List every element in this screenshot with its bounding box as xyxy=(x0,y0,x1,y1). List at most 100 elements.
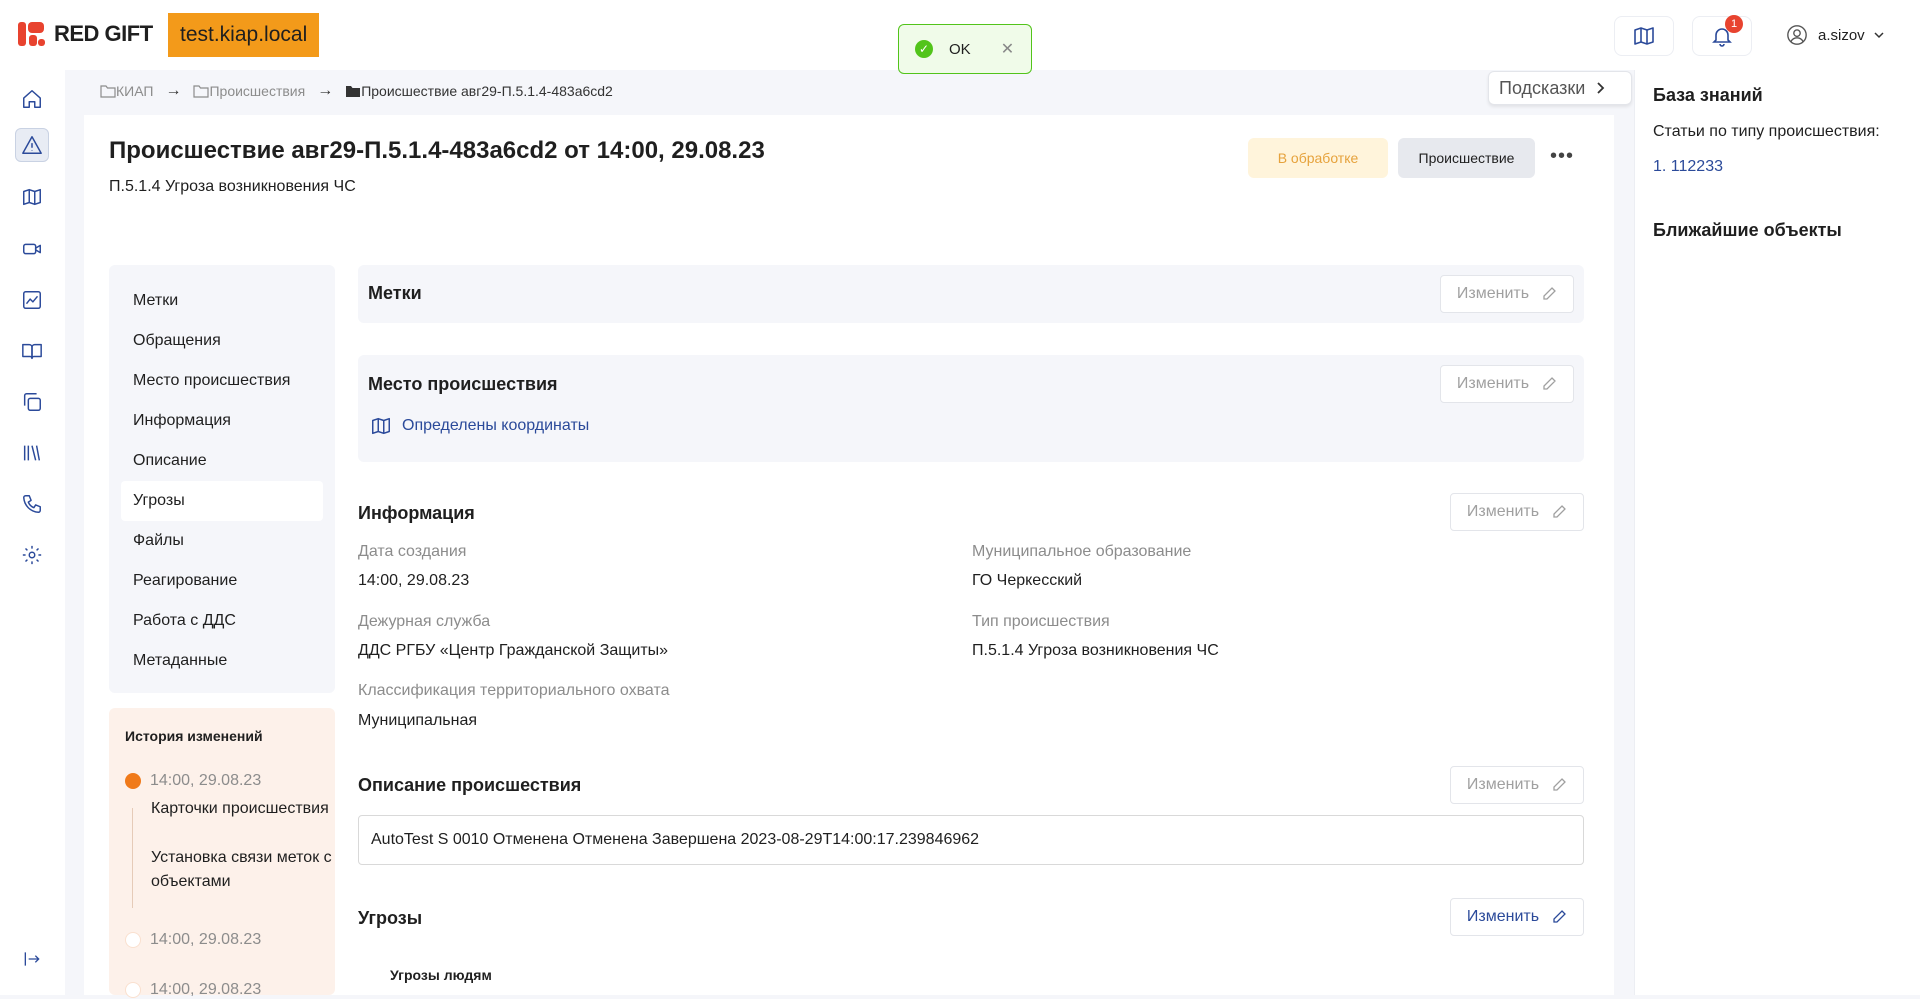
section-nav-item[interactable]: Метаданные xyxy=(121,641,323,681)
section-nav: Метки Обращения Место происшествия Инфор… xyxy=(109,265,335,693)
section-nav-item[interactable]: Описание xyxy=(121,441,323,481)
copy-icon xyxy=(23,393,41,411)
article-link[interactable]: 1. 112233 xyxy=(1653,158,1723,176)
notifications-button[interactable]: 1 xyxy=(1692,15,1752,56)
timeline-dot-icon xyxy=(125,773,141,789)
threats-edit-button[interactable]: Изменить xyxy=(1450,898,1584,936)
pencil-icon xyxy=(1543,377,1556,390)
section-nav-item[interactable]: Метки xyxy=(121,281,323,321)
history-entry[interactable]: 14:00, 29.08.23 xyxy=(125,931,261,949)
section-nav-item[interactable]: Место происшествия xyxy=(121,361,323,401)
description-edit-button[interactable]: Изменить xyxy=(1450,766,1584,804)
library-icon xyxy=(23,445,41,461)
arrow-right-icon: → xyxy=(165,82,182,99)
documents-nav[interactable] xyxy=(15,385,49,419)
success-toast: ✓ OK ✕ xyxy=(898,24,1032,74)
map-nav[interactable] xyxy=(15,180,49,214)
brand-logo[interactable]: RED GIFT xyxy=(16,20,153,48)
created-value: 14:00, 29.08.23 xyxy=(358,572,470,589)
breadcrumb-item-root[interactable]: КИАП xyxy=(100,83,153,99)
user-name: a.sizov xyxy=(1818,26,1865,44)
user-menu[interactable]: a.sizov xyxy=(1786,24,1885,46)
incident-type-value: П.5.1.4 Угроза возникновения ЧС xyxy=(972,642,1219,659)
chart-icon xyxy=(23,291,41,309)
section-nav-item[interactable]: Работа с ДДС xyxy=(121,601,323,641)
chevron-down-icon xyxy=(1874,32,1884,39)
coordinates-link[interactable]: Определены координаты xyxy=(370,415,589,437)
top-bar: RED GIFT test.kiap.local ✓ OK ✕ 1 a.sizo… xyxy=(0,0,1920,74)
gear-icon xyxy=(22,545,42,565)
folder-icon xyxy=(100,85,116,98)
description-title: Описание происшествия xyxy=(358,775,582,795)
municipality-value: ГО Черкесский xyxy=(972,572,1083,589)
page-title: Происшествие авг29-П.5.1.4-483a6cd2 от 1… xyxy=(109,137,765,164)
knowledge-nav[interactable] xyxy=(15,334,49,368)
video-camera-icon xyxy=(23,243,41,255)
home-nav[interactable] xyxy=(15,82,49,116)
expand-arrow-icon xyxy=(24,952,40,966)
notification-count-badge: 1 xyxy=(1725,15,1743,33)
history-panel: История изменений 14:00, 29.08.23 Карточ… xyxy=(109,708,335,998)
page-subtitle: П.5.1.4 Угроза возникновения ЧС xyxy=(109,178,356,195)
section-nav-item[interactable]: Информация xyxy=(121,401,323,441)
phone-nav[interactable] xyxy=(15,487,49,521)
tags-title: Метки xyxy=(368,283,422,303)
home-icon xyxy=(23,90,41,108)
reports-nav[interactable] xyxy=(15,283,49,317)
duty-value: ДДС РГБУ «Центр Гражданской Защиты» xyxy=(358,642,669,659)
map-icon xyxy=(23,188,41,206)
video-nav[interactable] xyxy=(15,232,49,266)
municipality-label: Муниципальное образование xyxy=(972,543,1192,560)
articles-label: Статьи по типу происшествия: xyxy=(1653,123,1880,140)
timeline-dot-icon xyxy=(125,982,141,998)
brand-logo-icon xyxy=(18,22,45,46)
pencil-icon xyxy=(1553,910,1566,923)
history-entry[interactable]: 14:00, 29.08.23 xyxy=(125,981,261,999)
map-icon xyxy=(1634,27,1654,45)
knowledge-title: База знаний xyxy=(1653,85,1763,105)
book-icon xyxy=(22,343,42,360)
timeline-dot-icon xyxy=(125,932,141,948)
nearby-objects-title: Ближайшие объекты xyxy=(1653,220,1842,240)
knowledge-panel: База знаний Статьи по типу происшествия:… xyxy=(1634,70,1920,995)
left-rail xyxy=(0,70,65,995)
folder-filled-icon xyxy=(346,86,361,97)
breadcrumb-item-current: Происшествие авг29-П.5.1.4-483a6cd2 xyxy=(345,83,613,99)
incident-type-label: Тип происшествия xyxy=(972,613,1110,630)
host-badge: test.kiap.local xyxy=(168,13,320,57)
warning-icon xyxy=(22,136,42,154)
library-nav[interactable] xyxy=(15,436,49,470)
pencil-icon xyxy=(1543,287,1556,300)
type-badge: Происшествие xyxy=(1398,138,1535,178)
collapse-rail-button[interactable] xyxy=(15,942,49,976)
section-nav-item[interactable]: Обращения xyxy=(121,321,323,361)
user-avatar-icon xyxy=(1787,25,1807,45)
section-nav-item[interactable]: Файлы xyxy=(121,521,323,561)
place-edit-button[interactable]: Изменить xyxy=(1440,365,1574,403)
map-button[interactable] xyxy=(1614,16,1674,56)
info-edit-button[interactable]: Изменить xyxy=(1450,493,1584,531)
map-icon xyxy=(372,417,390,435)
duty-label: Дежурная служба xyxy=(358,613,491,630)
breadcrumb-item-incidents[interactable]: Происшествия xyxy=(193,83,305,99)
tags-section: Метки Изменить xyxy=(358,265,1584,323)
incidents-nav[interactable] xyxy=(15,128,49,162)
section-nav-item-active[interactable]: Угрозы xyxy=(121,481,323,521)
more-options-icon[interactable]: ••• xyxy=(1550,145,1574,168)
history-title: История изменений xyxy=(125,728,263,744)
hints-button[interactable]: Подсказки xyxy=(1488,71,1632,105)
brand-name: RED GIFT xyxy=(54,21,153,46)
settings-nav[interactable] xyxy=(15,538,49,572)
close-icon[interactable]: ✕ xyxy=(1001,39,1014,59)
tags-edit-button[interactable]: Изменить xyxy=(1440,275,1574,313)
description-field[interactable]: AutoTest S 0010 Отменена Отменена Заверш… xyxy=(358,815,1584,865)
place-title: Место происшествия xyxy=(368,374,558,394)
history-entry[interactable]: 14:00, 29.08.23 xyxy=(125,772,261,790)
section-nav-item[interactable]: Реагирование xyxy=(121,561,323,601)
history-detail: Карточки происшествия xyxy=(151,800,329,817)
incident-card: Происшествие авг29-П.5.1.4-483a6cd2 от 1… xyxy=(84,115,1614,998)
pencil-icon xyxy=(1553,505,1566,518)
toast-text: OK xyxy=(949,40,971,58)
history-detail: Установка связи меток с объектами xyxy=(151,849,332,890)
timeline-line xyxy=(132,808,133,908)
